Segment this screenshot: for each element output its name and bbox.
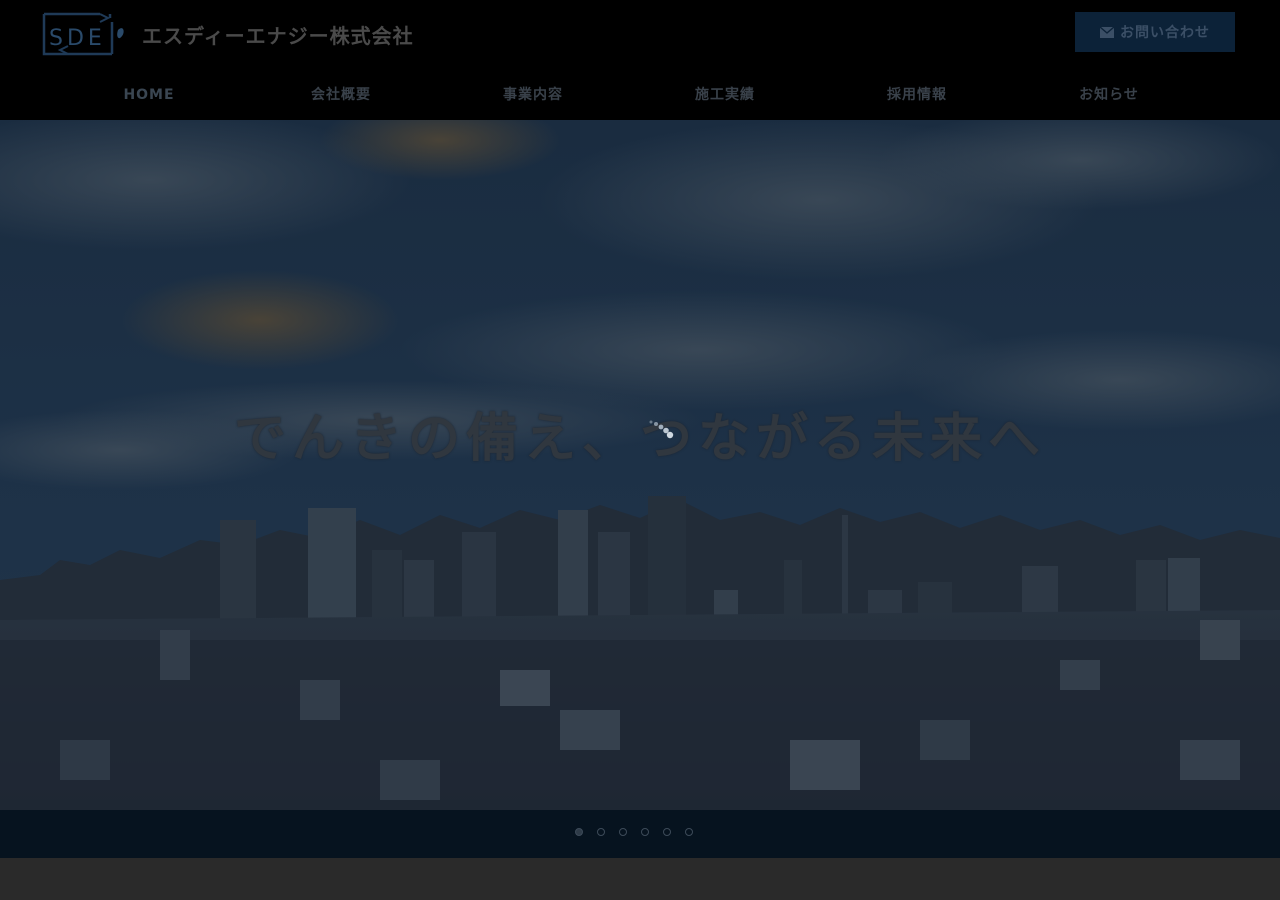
- nav-item-home[interactable]: HOME: [53, 76, 245, 114]
- contact-button[interactable]: お問い合わせ: [1075, 12, 1235, 52]
- logo-sde-icon: SDE: [42, 12, 124, 56]
- slider-dot-6[interactable]: [685, 828, 693, 836]
- slider-dot-5[interactable]: [663, 828, 671, 836]
- nav-item-works[interactable]: 施工実績: [629, 76, 821, 114]
- nav-item-news[interactable]: お知らせ: [1013, 76, 1205, 114]
- site-header: SDE エスディーエナジー株式会社 お問い合わせ HOME 会社概要 事業内容 …: [0, 0, 1280, 120]
- mail-icon: [1100, 26, 1114, 38]
- main-nav: HOME 会社概要 事業内容 施工実績 採用情報 お知らせ: [53, 76, 1205, 114]
- nav-item-recruit[interactable]: 採用情報: [821, 76, 1013, 114]
- slider-dots: [575, 828, 707, 836]
- slider-pagination-bar: [0, 810, 1280, 858]
- slider-dot-1[interactable]: [575, 828, 583, 836]
- next-section-band: [0, 858, 1280, 900]
- slider-dot-3[interactable]: [619, 828, 627, 836]
- nav-item-company[interactable]: 会社概要: [245, 76, 437, 114]
- hero-slider: でんきの備え、つながる未来へ: [0, 120, 1280, 810]
- nav-item-business[interactable]: 事業内容: [437, 76, 629, 114]
- hero-slogan: でんきの備え、つながる未来へ: [233, 408, 1046, 469]
- contact-button-label: お問い合わせ: [1120, 25, 1210, 41]
- loading-spinner-icon: [649, 420, 674, 439]
- slider-dot-4[interactable]: [641, 828, 649, 836]
- svg-text:SDE: SDE: [49, 26, 106, 51]
- logo-mark: SDE: [40, 12, 126, 56]
- company-name: エスディーエナジー株式会社: [142, 23, 414, 48]
- slider-dot-2[interactable]: [597, 828, 605, 836]
- logo[interactable]: SDE エスディーエナジー株式会社: [40, 12, 414, 56]
